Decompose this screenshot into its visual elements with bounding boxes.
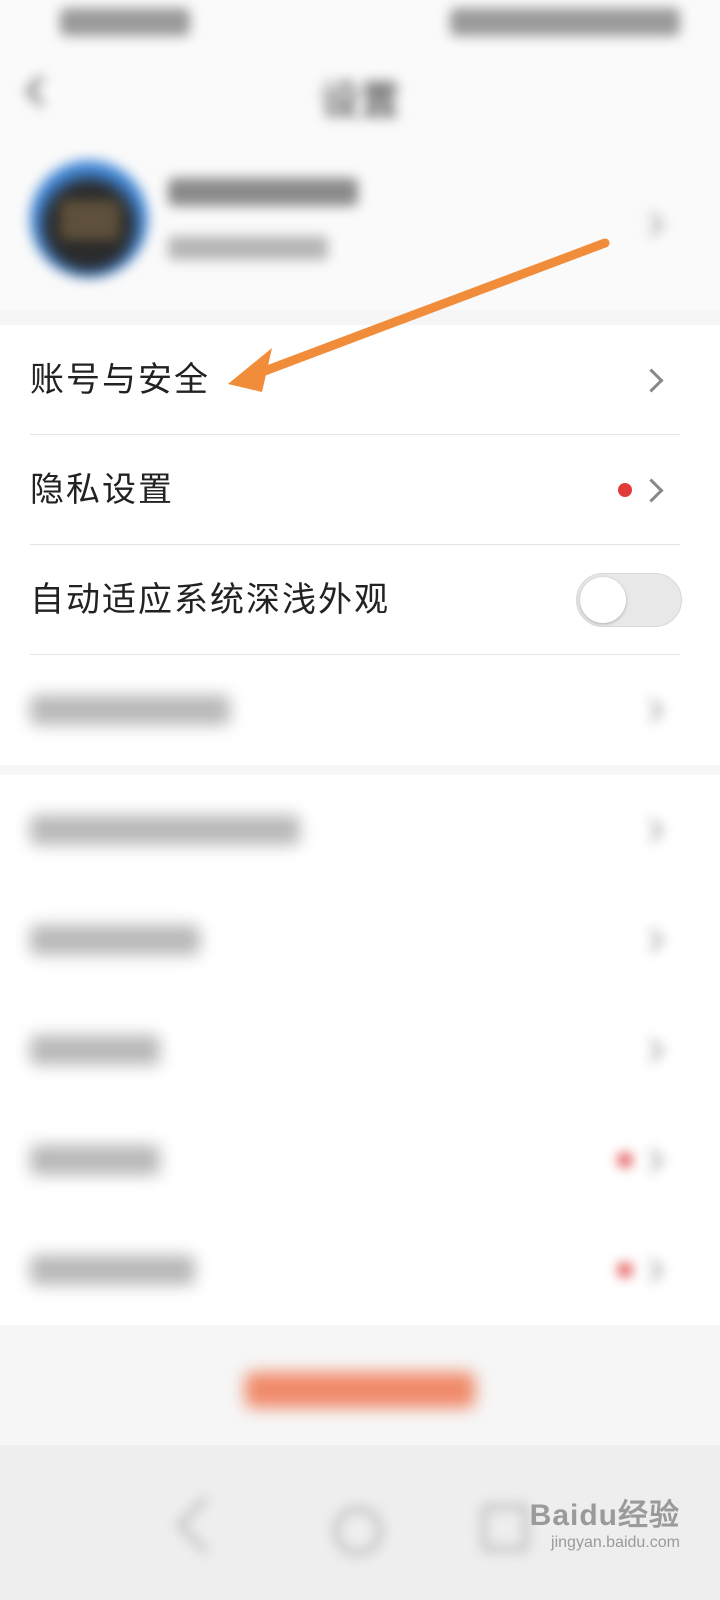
avatar-image (60, 200, 120, 240)
logout-label-blurred (245, 1372, 475, 1408)
chevron-right-icon (639, 928, 664, 953)
chevron-right-icon (639, 1148, 664, 1173)
chevron-right-icon (639, 818, 664, 843)
settings-list-lower (0, 775, 720, 1325)
page-title: 设置 (320, 79, 400, 123)
settings-row-privacy[interactable]: 隐私设置 (0, 435, 720, 545)
status-right-blurred (450, 8, 680, 36)
status-bar (0, 0, 720, 50)
settings-row-blurred-5[interactable] (0, 1105, 720, 1215)
blurred-label (30, 1035, 160, 1065)
settings-row-blurred-4[interactable] (0, 995, 720, 1105)
blurred-label (30, 1145, 160, 1175)
settings-row-label: 自动适应系统深浅外观 (30, 580, 390, 620)
settings-row-blurred-2[interactable] (0, 775, 720, 885)
red-dot-icon (618, 483, 632, 497)
watermark-url: jingyan.baidu.com (551, 1534, 680, 1551)
profile-name-blurred (168, 178, 358, 206)
nav-back-icon[interactable] (176, 1496, 234, 1554)
profile-subtitle-blurred (168, 236, 328, 260)
profile-card[interactable] (0, 140, 720, 310)
status-left-blurred (60, 8, 190, 36)
settings-row-label: 账号与安全 (30, 360, 210, 400)
settings-row-blurred-6[interactable] (0, 1215, 720, 1325)
auto-appearance-toggle[interactable] (576, 573, 682, 627)
settings-row-blurred-1[interactable] (0, 655, 720, 765)
red-dot-icon (618, 1153, 632, 1167)
blurred-label (30, 815, 300, 845)
logout-button[interactable] (0, 1340, 720, 1440)
watermark-logo: Baidu经验 (529, 1499, 680, 1532)
settings-row-auto-appearance: 自动适应系统深浅外观 (0, 545, 720, 655)
chevron-right-icon (639, 368, 664, 393)
avatar[interactable] (30, 160, 148, 278)
settings-list: 账号与安全 隐私设置 自动适应系统深浅外观 (0, 325, 720, 765)
red-dot-icon (618, 1263, 632, 1277)
settings-row-blurred-3[interactable] (0, 885, 720, 995)
chevron-right-icon (639, 478, 664, 503)
blurred-label (30, 1255, 195, 1285)
watermark: Baidu经验 jingyan.baidu.com (530, 1490, 680, 1552)
nav-home-icon[interactable] (334, 1507, 382, 1555)
toggle-knob (580, 577, 626, 623)
chevron-right-icon (639, 212, 664, 237)
settings-row-label: 隐私设置 (30, 470, 174, 510)
blurred-label (30, 925, 200, 955)
blurred-label (30, 695, 230, 725)
nav-recent-icon[interactable] (482, 1505, 528, 1551)
chevron-right-icon (639, 1038, 664, 1063)
chevron-right-icon (639, 698, 664, 723)
chevron-right-icon (639, 1258, 664, 1283)
header: 设置 (0, 50, 720, 140)
settings-row-account-security[interactable]: 账号与安全 (0, 325, 720, 435)
